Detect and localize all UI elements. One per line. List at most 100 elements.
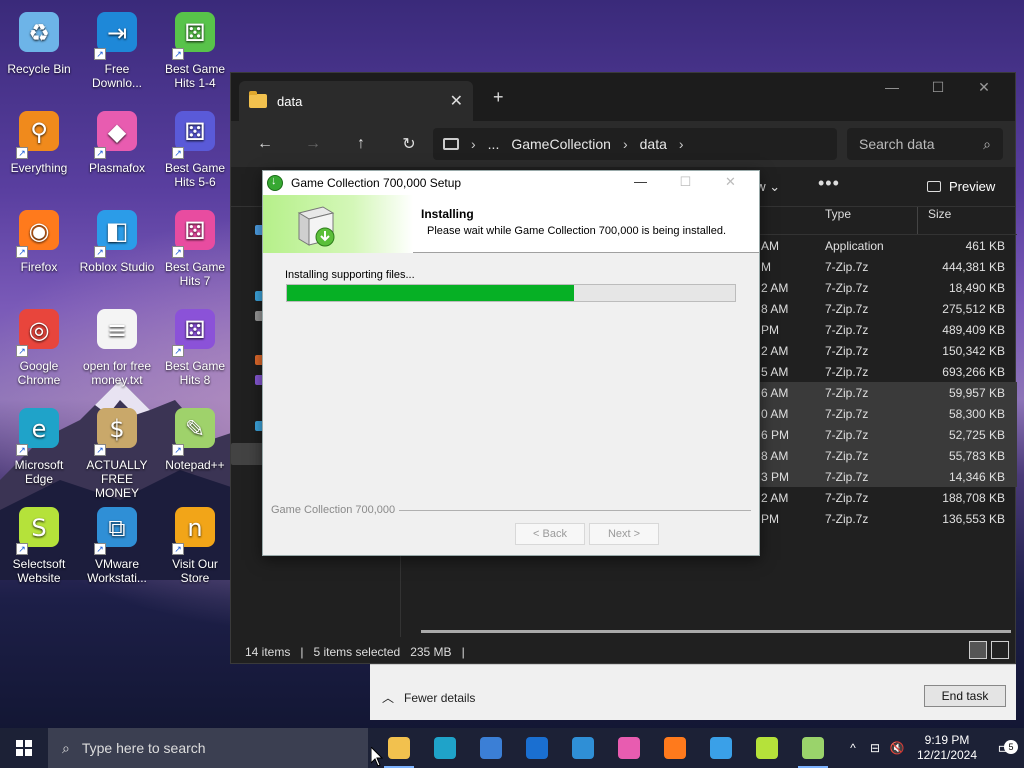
table-row[interactable]: AM Application 461 KB bbox=[751, 235, 1017, 256]
taskbar-app-edge-icon[interactable] bbox=[422, 728, 468, 768]
setup-titlebar[interactable]: Game Collection 700,000 Setup — ☐ ✕ bbox=[263, 171, 759, 195]
taskbar-app-outlook-icon[interactable] bbox=[514, 728, 560, 768]
item-count: 14 items bbox=[245, 645, 291, 659]
desktop-icon[interactable]: ⚲ ↗ Everything bbox=[1, 107, 77, 175]
desktop-icon[interactable]: ◎ ↗ Google Chrome bbox=[1, 305, 77, 387]
minimize-icon[interactable]: — bbox=[618, 174, 663, 190]
taskbar-app-photos-icon[interactable] bbox=[698, 728, 744, 768]
table-row[interactable]: 2 AM 7-Zip.7z 150,342 KB bbox=[751, 340, 1017, 361]
desktop-icon[interactable]: ⚄ ↗ Best Game Hits 7 bbox=[157, 206, 233, 288]
start-button[interactable] bbox=[0, 728, 48, 768]
close-tab-icon[interactable]: ✕ bbox=[450, 91, 463, 111]
table-row[interactable]: 2 AM 7-Zip.7z 18,490 KB bbox=[751, 277, 1017, 298]
svg-text:n: n bbox=[187, 514, 202, 542]
table-row[interactable]: 5 AM 7-Zip.7z 693,266 KB bbox=[751, 361, 1017, 382]
taskbar-app-vmware-icon[interactable] bbox=[560, 728, 606, 768]
desktop-icon[interactable]: S ↗ Selectsoft Website bbox=[1, 503, 77, 585]
taskbar-app-plasmafox-icon[interactable] bbox=[606, 728, 652, 768]
cell-type: 7-Zip.7z bbox=[825, 490, 869, 505]
close-icon[interactable]: ✕ bbox=[961, 79, 1007, 96]
details-view-icon[interactable] bbox=[969, 641, 987, 659]
up-arrow-icon[interactable]: ↑ bbox=[337, 135, 385, 153]
next-button[interactable]: Next > bbox=[589, 523, 659, 545]
desktop-icon[interactable]: $ ↗ ACTUALLY FREE MONEY bbox=[79, 404, 155, 500]
store-icon bbox=[480, 737, 502, 759]
volume-muted-icon[interactable]: 🔇 bbox=[886, 741, 908, 755]
desktop-icon[interactable]: ⧉ ↗ VMware Workstati... bbox=[79, 503, 155, 585]
fewer-details-button[interactable]: ︿ Fewer details bbox=[382, 689, 475, 706]
notifications-icon[interactable]: ▭5 bbox=[986, 738, 1024, 758]
taskbar-app-store-icon[interactable] bbox=[468, 728, 514, 768]
chevron-right-icon[interactable]: › bbox=[679, 136, 684, 152]
new-tab-button[interactable]: + bbox=[493, 87, 504, 108]
breadcrumb-more[interactable]: ... bbox=[488, 136, 500, 152]
desktop-icon[interactable]: ≡ open for free money.txt bbox=[79, 305, 155, 387]
svg-text:⚄: ⚄ bbox=[185, 118, 206, 146]
network-icon[interactable]: ⊟ bbox=[864, 741, 886, 755]
svg-text:♻: ♻ bbox=[28, 19, 50, 47]
breadcrumb-data[interactable]: data bbox=[640, 136, 667, 152]
desktop-icon[interactable]: ◉ ↗ Firefox bbox=[1, 206, 77, 274]
search-placeholder: Search data bbox=[859, 136, 935, 152]
refresh-icon[interactable]: ↻ bbox=[385, 134, 433, 154]
taskbar-app-setup-icon[interactable] bbox=[790, 728, 836, 768]
shortcut-arrow-icon: ↗ bbox=[94, 147, 106, 159]
taskbar-app-selectsoft-icon[interactable] bbox=[744, 728, 790, 768]
table-row[interactable]: M 7-Zip.7z 444,381 KB bbox=[751, 256, 1017, 277]
desktop-icon[interactable]: ◧ ↗ Roblox Studio bbox=[79, 206, 155, 274]
table-row[interactable]: 0 AM 7-Zip.7z 58,300 KB bbox=[751, 403, 1017, 424]
table-row[interactable]: 3 PM 7-Zip.7z 14,346 KB bbox=[751, 466, 1017, 487]
explorer-toolbar: ← → ↑ ↻ › ... GameCollection › data › Se… bbox=[231, 121, 1015, 167]
desktop-icon[interactable]: e ↗ Microsoft Edge bbox=[1, 404, 77, 486]
cell-size: 58,300 KB bbox=[948, 406, 1005, 421]
file-list[interactable]: Type Size AM Application 461 KB M 7-Zip.7z 44… bbox=[751, 207, 1017, 529]
selection-size: 235 MB bbox=[410, 645, 452, 659]
taskbar-search-input[interactable]: ⌕ Type here to search bbox=[48, 728, 368, 768]
desktop-icon[interactable]: ⚄ ↗ Best Game Hits 8 bbox=[157, 305, 233, 387]
table-row[interactable]: PM 7-Zip.7z 136,553 KB bbox=[751, 508, 1017, 529]
cell-size: 59,957 KB bbox=[948, 385, 1005, 400]
table-row[interactable]: 2 AM 7-Zip.7z 188,708 KB bbox=[751, 487, 1017, 508]
maximize-icon[interactable]: ☐ bbox=[915, 79, 961, 96]
more-options-icon[interactable]: ••• bbox=[818, 173, 840, 194]
table-row[interactable]: 6 PM 7-Zip.7z 52,725 KB bbox=[751, 424, 1017, 445]
desktop-icon[interactable]: ◆ ↗ Plasmafox bbox=[79, 107, 155, 175]
desktop-icon-label: Best Game Hits 8 bbox=[164, 359, 226, 387]
table-row[interactable]: PM 7-Zip.7z 489,409 KB bbox=[751, 319, 1017, 340]
desktop-icon[interactable]: ⇥ ↗ Free Downlo... bbox=[79, 8, 155, 90]
maximize-icon: ☐ bbox=[679, 174, 692, 189]
tiles-view-icon[interactable] bbox=[991, 641, 1009, 659]
desktop-icon[interactable]: ⚄ ↗ Best Game Hits 5-6 bbox=[157, 107, 233, 189]
forward-arrow-icon[interactable]: → bbox=[289, 135, 337, 153]
taskbar-app-firefox-icon[interactable] bbox=[652, 728, 698, 768]
column-type[interactable]: Type bbox=[751, 207, 871, 234]
desktop-icon-label: Free Downlo... bbox=[91, 62, 143, 90]
table-row[interactable]: 8 AM 7-Zip.7z 55,783 KB bbox=[751, 445, 1017, 466]
cell-modified: PM bbox=[761, 511, 779, 526]
back-button[interactable]: < Back bbox=[515, 523, 585, 545]
edge-icon: e ↗ bbox=[14, 404, 64, 456]
search-input[interactable]: Search data ⌕ bbox=[847, 128, 1003, 160]
desktop-icon[interactable]: ✎ ↗ Notepad++ bbox=[157, 404, 233, 472]
back-arrow-icon[interactable]: ← bbox=[241, 135, 289, 153]
minimize-icon[interactable]: — bbox=[869, 79, 915, 96]
table-row[interactable]: 6 AM 7-Zip.7z 59,957 KB bbox=[751, 382, 1017, 403]
preview-button[interactable]: Preview bbox=[927, 179, 995, 194]
system-tray: ^ ⊟ 🔇 9:19 PM 12/21/2024 ▭5 bbox=[842, 728, 1024, 768]
chevron-up-icon[interactable]: ^ bbox=[842, 741, 864, 755]
desktop-icon[interactable]: n ↗ Visit Our Store bbox=[157, 503, 233, 585]
desktop-icon[interactable]: ♻ Recycle Bin bbox=[1, 8, 77, 76]
tab-data[interactable]: data ✕ bbox=[239, 81, 473, 121]
dice-green-icon: ⚄ ↗ bbox=[170, 8, 220, 60]
setup-dialog[interactable]: Game Collection 700,000 Setup — ☐ ✕ Inst… bbox=[262, 170, 760, 556]
clock[interactable]: 9:19 PM 12/21/2024 bbox=[908, 733, 986, 763]
address-bar[interactable]: › ... GameCollection › data › bbox=[433, 128, 837, 160]
setup-icon bbox=[802, 737, 824, 759]
column-size[interactable]: Size bbox=[917, 207, 987, 234]
breadcrumb-gamecollection[interactable]: GameCollection bbox=[511, 136, 611, 152]
desktop-icon[interactable]: ⚄ ↗ Best Game Hits 1-4 bbox=[157, 8, 233, 90]
table-row[interactable]: 8 AM 7-Zip.7z 275,512 KB bbox=[751, 298, 1017, 319]
horizontal-scrollbar[interactable] bbox=[421, 630, 1011, 633]
end-task-button[interactable]: End task bbox=[924, 685, 1006, 707]
mouse-cursor-icon bbox=[371, 747, 383, 767]
